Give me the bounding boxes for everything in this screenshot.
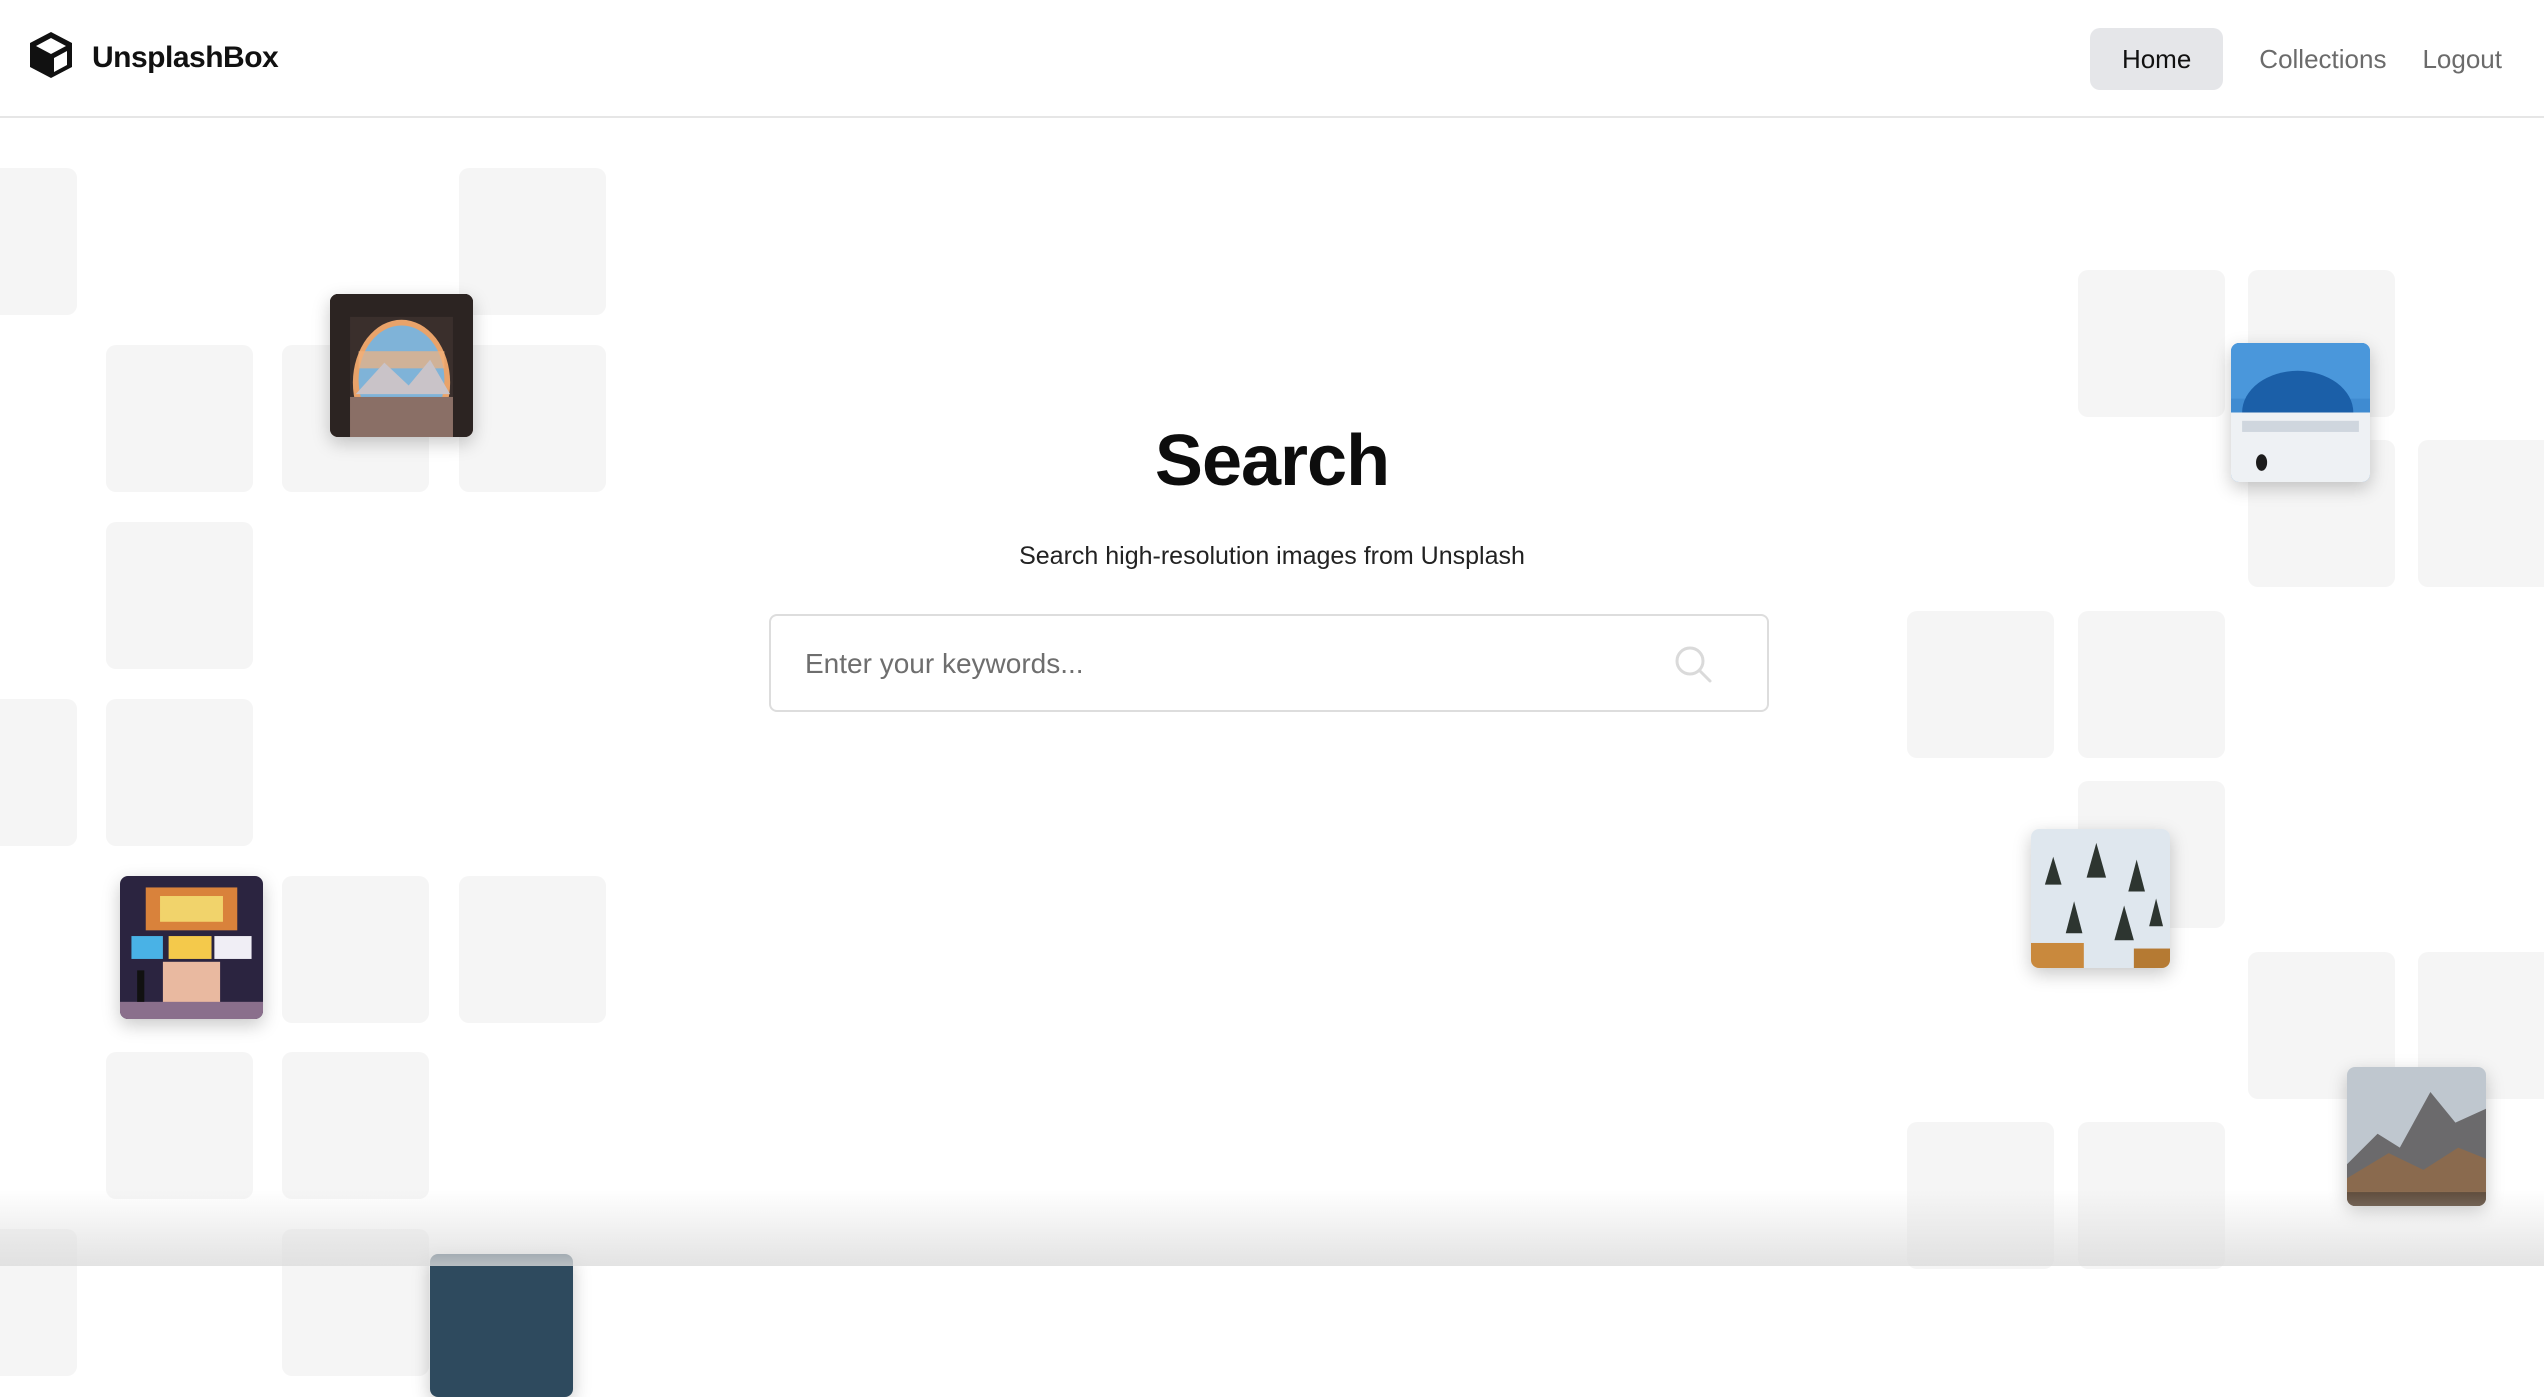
placeholder-tile: [106, 1052, 253, 1199]
photo-thumbnail-cave-arch: [330, 294, 473, 437]
placeholder-tile: [459, 168, 606, 315]
box-icon: [28, 30, 74, 85]
placeholder-tile: [282, 1052, 429, 1199]
placeholder-tile: [2078, 611, 2225, 758]
top-navbar: UnsplashBox Home Collections Logout: [0, 0, 2544, 118]
placeholder-tile: [0, 168, 77, 315]
placeholder-tile: [459, 876, 606, 1023]
nav-menu: Home Collections Logout: [2089, 28, 2516, 90]
photo-thumbnail-snowy-forest: [2031, 829, 2170, 968]
photo-thumbnail-mountain: [2347, 1067, 2486, 1206]
placeholder-tile: [282, 876, 429, 1023]
placeholder-tile: [2078, 270, 2225, 417]
page-subtitle: Search high-resolution images from Unspl…: [1019, 542, 1525, 570]
placeholder-tile: [1907, 611, 2054, 758]
search-icon[interactable]: [1673, 644, 1713, 684]
brand[interactable]: UnsplashBox: [28, 30, 279, 85]
nav-home[interactable]: Home: [2089, 28, 2224, 90]
search-input[interactable]: [803, 616, 1667, 712]
bottom-fade: [0, 1190, 2544, 1266]
placeholder-tile: [106, 699, 253, 846]
nav-logout[interactable]: Logout: [2408, 28, 2516, 90]
photo-thumbnail-blue-dome: [2231, 343, 2370, 482]
photo-thumbnail-night-street: [120, 876, 263, 1019]
photo-thumbnail-partial: [430, 1254, 573, 1397]
search-bar: [769, 614, 1769, 712]
nav-collections[interactable]: Collections: [2245, 28, 2400, 90]
brand-name: UnsplashBox: [92, 40, 279, 74]
placeholder-tile: [0, 699, 77, 846]
